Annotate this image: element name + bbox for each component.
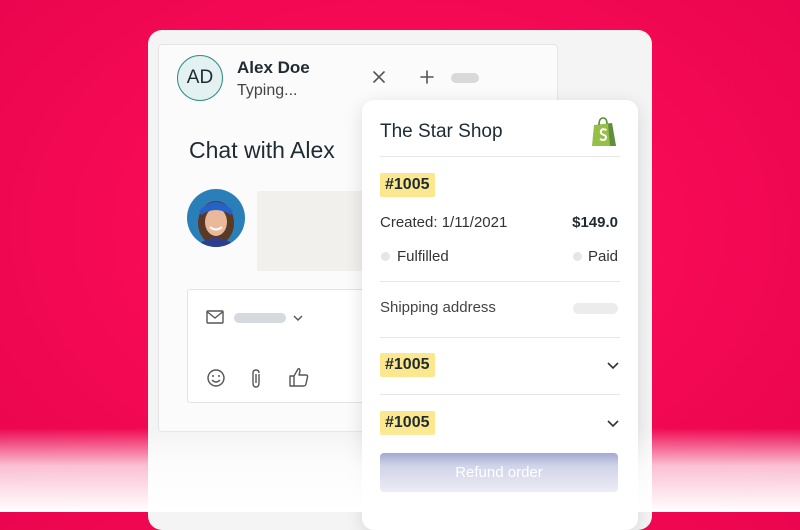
paperclip-icon[interactable]	[248, 368, 264, 395]
contact-photo	[187, 189, 245, 247]
shipping-address-label: Shipping address	[380, 299, 496, 316]
message-bubble	[257, 191, 369, 271]
order-row-number[interactable]: #1005	[380, 353, 435, 377]
contact-name: Alex Doe	[237, 58, 310, 77]
chevron-down-icon[interactable]	[606, 416, 620, 435]
shopify-bag-icon	[590, 116, 618, 153]
channel-selector[interactable]	[234, 313, 286, 323]
header-placeholder	[451, 73, 479, 83]
chevron-down-icon[interactable]	[606, 358, 620, 377]
chevron-down-icon[interactable]	[292, 311, 304, 329]
shop-panel: The Star Shop #1005 Created: 1/11/2021 $…	[362, 100, 638, 530]
plus-icon[interactable]	[417, 67, 437, 87]
divider	[380, 156, 620, 157]
paid-dot	[573, 252, 582, 261]
close-icon[interactable]	[369, 67, 389, 87]
chat-title: Chat with Alex	[189, 137, 335, 163]
refund-order-button[interactable]: Refund order	[380, 453, 618, 492]
shop-name: The Star Shop	[380, 121, 503, 142]
contact-status: Typing...	[237, 82, 298, 99]
emoji-icon[interactable]	[206, 368, 226, 393]
mail-icon[interactable]	[206, 310, 224, 329]
fulfillment-status: Fulfilled	[397, 248, 449, 265]
payment-status: Paid	[587, 248, 618, 265]
order-number-badge: #1005	[380, 173, 435, 197]
divider	[380, 281, 620, 282]
order-row-number[interactable]: #1005	[380, 411, 435, 435]
fulfilled-dot	[381, 252, 390, 261]
contact-initials: AD	[186, 67, 214, 88]
order-total: $149.0	[572, 214, 618, 231]
divider	[380, 394, 620, 395]
contact-avatar: AD	[177, 55, 223, 101]
message-composer[interactable]	[187, 289, 369, 403]
shipping-address-placeholder	[573, 303, 618, 314]
thumbs-up-icon[interactable]	[288, 366, 310, 393]
divider	[380, 337, 620, 338]
order-created-date: Created: 1/11/2021	[380, 214, 508, 231]
